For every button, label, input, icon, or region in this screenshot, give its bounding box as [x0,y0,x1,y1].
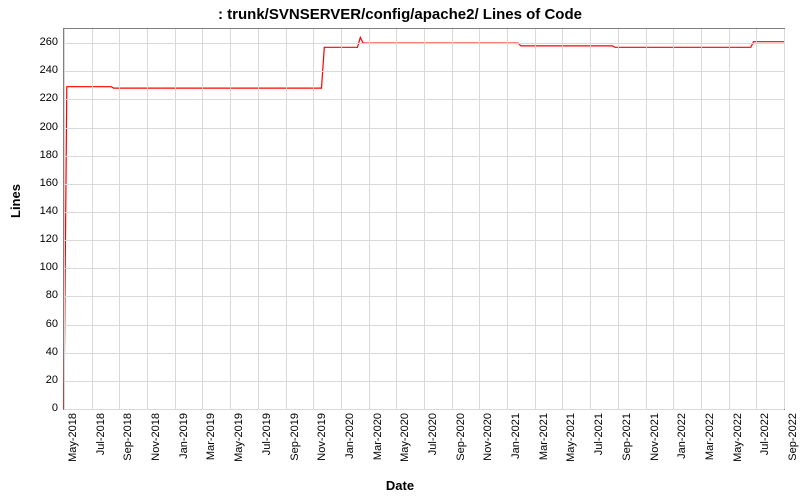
x-axis-label: Date [0,478,800,493]
x-tick-label: Mar-2019 [205,413,217,460]
y-tick-label: 20 [8,374,58,386]
gridline-v [341,29,342,409]
gridline-v [313,29,314,409]
y-tick-label: 220 [8,92,58,104]
gridline-v [562,29,563,409]
y-tick-label: 140 [8,205,58,217]
gridline-v [258,29,259,409]
y-tick-label: 240 [8,64,58,76]
gridline-v [590,29,591,409]
gridline-v [147,29,148,409]
y-tick-label: 100 [8,261,58,273]
x-tick-label: Mar-2020 [372,413,384,460]
x-tick-label: Nov-2020 [482,413,494,461]
x-tick-label: May-2022 [732,413,744,462]
gridline-h [64,409,784,410]
gridline-v [175,29,176,409]
x-tick-label: Jan-2021 [510,413,522,459]
gridline-v [673,29,674,409]
x-tick-label: Jan-2020 [344,413,356,459]
gridline-v [646,29,647,409]
y-tick-label: 0 [8,402,58,414]
y-tick-label: 180 [8,149,58,161]
x-tick-label: May-2018 [67,413,79,462]
plot-area [63,28,785,410]
chart-title: : trunk/SVNSERVER/config/apache2/ Lines … [0,6,800,23]
gridline-v [507,29,508,409]
gridline-v [396,29,397,409]
gridline-v [119,29,120,409]
x-tick-label: Sep-2021 [621,413,633,461]
gridline-v [729,29,730,409]
x-tick-label: Jan-2019 [178,413,190,459]
gridline-v [479,29,480,409]
gridline-v [369,29,370,409]
gridline-v [701,29,702,409]
x-tick-label: Jul-2019 [261,413,273,455]
gridline-v [756,29,757,409]
x-tick-label: Nov-2021 [649,413,661,461]
x-tick-label: May-2021 [565,413,577,462]
y-tick-label: 80 [8,289,58,301]
gridline-v [286,29,287,409]
x-tick-label: Jul-2022 [759,413,771,455]
y-tick-label: 200 [8,121,58,133]
x-tick-label: May-2019 [233,413,245,462]
gridline-v [230,29,231,409]
gridline-v [92,29,93,409]
x-tick-label: Mar-2022 [704,413,716,460]
x-tick-label: Mar-2021 [538,413,550,460]
gridline-v [64,29,65,409]
x-tick-label: Sep-2019 [289,413,301,461]
gridline-v [784,29,785,409]
x-tick-label: Nov-2018 [150,413,162,461]
x-tick-label: Jul-2018 [95,413,107,455]
x-tick-label: Sep-2022 [787,413,799,461]
y-tick-label: 120 [8,233,58,245]
gridline-v [618,29,619,409]
x-tick-label: Sep-2020 [455,413,467,461]
gridline-v [535,29,536,409]
y-tick-label: 60 [8,318,58,330]
gridline-v [202,29,203,409]
x-tick-label: Jan-2022 [676,413,688,459]
gridline-v [424,29,425,409]
y-tick-label: 260 [8,36,58,48]
x-tick-label: Jul-2021 [593,413,605,455]
x-tick-label: Jul-2020 [427,413,439,455]
x-tick-label: Sep-2018 [122,413,134,461]
y-tick-label: 160 [8,177,58,189]
x-tick-label: Nov-2019 [316,413,328,461]
gridline-v [452,29,453,409]
x-tick-label: May-2020 [399,413,411,462]
y-tick-label: 40 [8,346,58,358]
